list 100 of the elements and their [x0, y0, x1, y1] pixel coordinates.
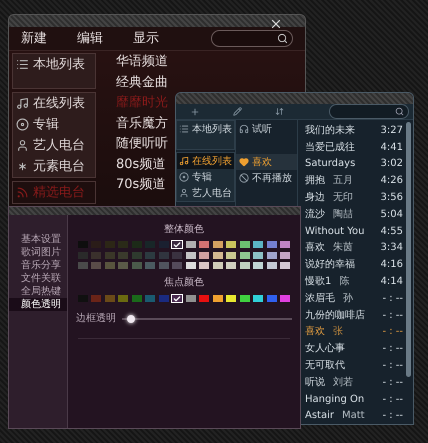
- color-swatch[interactable]: [186, 262, 196, 269]
- menu-item[interactable]: 编辑: [77, 28, 103, 48]
- color-swatch[interactable]: [240, 262, 250, 269]
- color-swatch[interactable]: [104, 295, 115, 302]
- song-row[interactable]: Without You 4:55: [305, 222, 406, 240]
- color-swatch[interactable]: [240, 295, 250, 302]
- color-swatch[interactable]: [104, 252, 115, 258]
- color-swatch[interactable]: [253, 252, 264, 258]
- color-swatch[interactable]: [118, 252, 128, 258]
- color-swatch[interactable]: [212, 262, 223, 269]
- color-swatch[interactable]: [186, 295, 196, 302]
- settings-nav-item[interactable]: 全局热键: [9, 285, 67, 298]
- color-swatch[interactable]: [118, 295, 128, 302]
- color-swatch[interactable]: [145, 295, 156, 302]
- settings-nav-item[interactable]: 颜色透明: [9, 298, 67, 311]
- color-swatch[interactable]: [186, 241, 196, 248]
- color-swatch[interactable]: [226, 295, 236, 302]
- close-icon[interactable]: [269, 17, 283, 31]
- list-item[interactable]: 喜欢: [236, 154, 297, 170]
- color-swatch[interactable]: [199, 262, 210, 269]
- color-swatch[interactable]: [226, 241, 236, 248]
- nav-item[interactable]: 在线列表: [177, 153, 234, 169]
- color-swatch[interactable]: [199, 252, 210, 258]
- color-swatch[interactable]: [172, 241, 182, 248]
- nav-item[interactable]: 在线列表: [13, 93, 95, 114]
- color-swatch[interactable]: [158, 295, 169, 302]
- song-row[interactable]: 流沙 陶喆 5:04: [305, 206, 406, 223]
- color-swatch[interactable]: [280, 252, 290, 258]
- channel-item[interactable]: 华语频道: [116, 52, 168, 72]
- song-row[interactable]: 当爱已成往 4:41: [305, 138, 406, 156]
- nav-item[interactable]: 艺人电台: [13, 135, 95, 156]
- color-swatch[interactable]: [132, 262, 142, 269]
- color-swatch[interactable]: [145, 262, 156, 269]
- slider-thumb[interactable]: [126, 314, 134, 322]
- song-row[interactable]: 喜欢 朱茵 3:34: [305, 240, 406, 256]
- color-swatch[interactable]: [212, 295, 223, 302]
- song-row[interactable]: 喜欢 张 - : --: [305, 324, 406, 340]
- song-row[interactable]: 九份的咖啡店 - : --: [305, 306, 406, 324]
- color-swatch[interactable]: [226, 262, 236, 269]
- channel-item[interactable]: 80s频道: [116, 154, 168, 175]
- color-swatch[interactable]: [132, 252, 142, 258]
- color-swatch[interactable]: [266, 262, 277, 269]
- menu-item[interactable]: 显示: [133, 28, 159, 48]
- color-swatch[interactable]: [280, 262, 290, 269]
- channel-item[interactable]: 音乐魔方: [116, 114, 168, 134]
- song-row[interactable]: 听说 刘若 - : --: [305, 374, 406, 391]
- color-swatch[interactable]: [266, 295, 277, 302]
- settings-nav-item[interactable]: 音乐分享: [9, 259, 67, 272]
- song-row[interactable]: 慢歌1 陈 4:14: [305, 273, 406, 290]
- color-swatch[interactable]: [91, 295, 102, 302]
- color-swatch[interactable]: [266, 252, 277, 258]
- color-swatch[interactable]: [158, 252, 169, 258]
- color-swatch[interactable]: [91, 262, 102, 269]
- song-row[interactable]: Astair Matt - : --: [305, 408, 406, 424]
- pencil-icon[interactable]: [233, 107, 242, 116]
- song-row[interactable]: 无可取代 - : --: [305, 357, 406, 374]
- color-swatch[interactable]: [172, 252, 182, 258]
- sort-icon[interactable]: [275, 107, 284, 116]
- color-swatch[interactable]: [240, 241, 250, 248]
- color-swatch[interactable]: [132, 295, 142, 302]
- nav-item[interactable]: 本地列表: [177, 121, 234, 137]
- song-row[interactable]: 身边 无印 3:56: [305, 189, 406, 206]
- color-swatch[interactable]: [199, 241, 210, 248]
- color-swatch[interactable]: [253, 241, 264, 248]
- search-field[interactable]: [329, 104, 409, 119]
- channel-item[interactable]: 随便听听: [116, 134, 168, 154]
- color-swatch[interactable]: [172, 262, 182, 269]
- color-swatch[interactable]: [280, 241, 290, 248]
- list-item[interactable]: 试听: [236, 121, 297, 137]
- color-swatch[interactable]: [226, 252, 236, 258]
- color-swatch[interactable]: [145, 252, 156, 258]
- color-swatch[interactable]: [266, 241, 277, 248]
- color-swatch[interactable]: [158, 262, 169, 269]
- nav-item[interactable]: 元素电台: [13, 156, 95, 177]
- nav-item[interactable]: 专辑: [177, 169, 234, 185]
- color-swatch[interactable]: [104, 262, 115, 269]
- settings-nav-item[interactable]: 歌词图片: [9, 246, 67, 259]
- list-item[interactable]: 不再播放: [236, 170, 297, 186]
- search-field[interactable]: [211, 30, 293, 47]
- color-swatch[interactable]: [91, 252, 102, 258]
- color-swatch[interactable]: [212, 252, 223, 258]
- song-row[interactable]: Saturdays 3:02: [305, 156, 406, 172]
- settings-nav-item[interactable]: 基本设置: [9, 233, 67, 246]
- song-row[interactable]: 我们的未来 3:27: [305, 122, 406, 139]
- nav-item[interactable]: 艺人电台: [177, 185, 234, 201]
- add-icon[interactable]: [190, 106, 200, 116]
- color-swatch[interactable]: [280, 295, 290, 302]
- color-swatch[interactable]: [199, 295, 210, 302]
- settings-nav-item[interactable]: 文件关联: [9, 272, 67, 285]
- song-row[interactable]: Hanging On - : --: [305, 390, 406, 408]
- color-swatch[interactable]: [172, 295, 182, 302]
- color-swatch[interactable]: [240, 252, 250, 258]
- color-swatch[interactable]: [253, 295, 264, 302]
- menu-item[interactable]: 新建: [21, 28, 47, 48]
- color-swatch[interactable]: [186, 252, 196, 258]
- channel-item[interactable]: 经典金曲: [116, 72, 168, 93]
- color-swatch[interactable]: [212, 241, 223, 248]
- color-swatch[interactable]: [118, 262, 128, 269]
- song-row[interactable]: 女人心事 - : --: [305, 340, 406, 358]
- color-swatch[interactable]: [253, 262, 264, 269]
